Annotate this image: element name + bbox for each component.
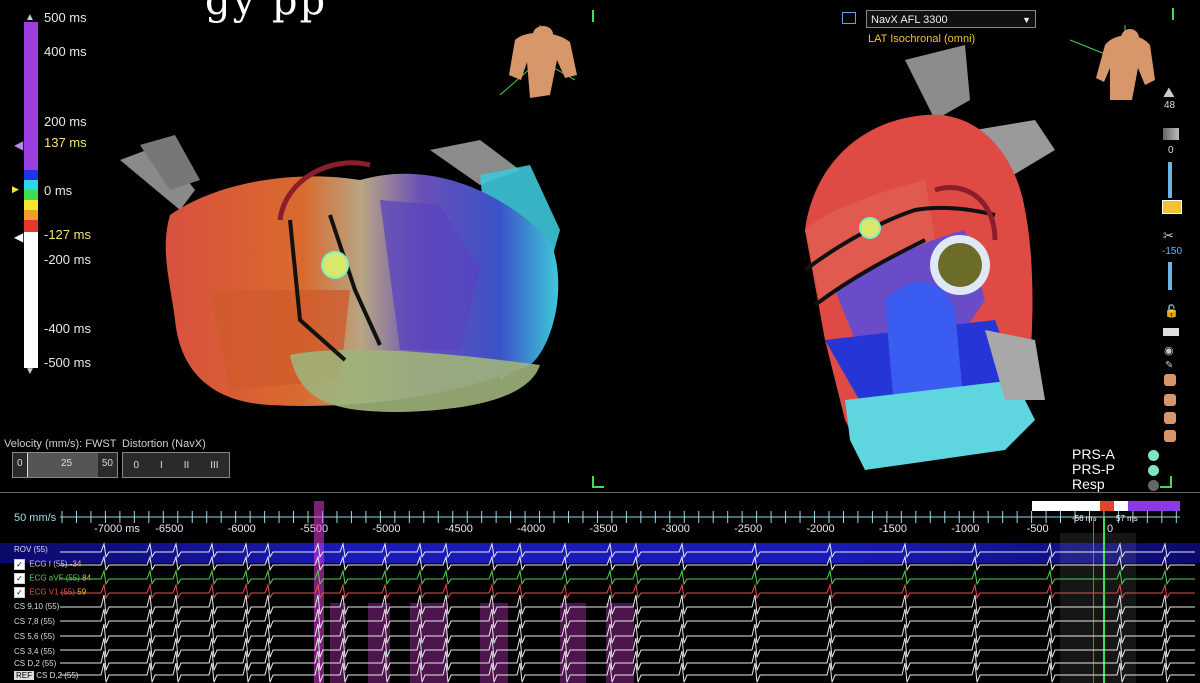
velocity-slider[interactable]: 0 25 50 — [12, 452, 118, 478]
egm-trace — [60, 594, 1195, 615]
lat-color-scale[interactable]: ▲ ▼ — [24, 12, 38, 377]
view-layout-icon[interactable] — [842, 12, 856, 24]
map-selector-value: NavX AFL 3300 — [871, 14, 948, 26]
velocity-tick-0: 0 — [17, 458, 23, 469]
scale-marker-zero-icon[interactable]: ▶ — [12, 184, 19, 195]
tool-value-m150: -150 — [1162, 246, 1183, 257]
legend-prs-a-dot — [1148, 450, 1159, 461]
distortion-tick-3: III — [210, 459, 219, 471]
scale-label-137: 137 ms — [44, 135, 87, 150]
tool-value-48: 48 — [1164, 100, 1176, 111]
view-corner-top-left — [592, 10, 594, 22]
scale-label-200: 200 ms — [44, 114, 87, 129]
torso-view-icon-3[interactable] — [1164, 412, 1176, 424]
view-corner-bottom-left — [592, 476, 604, 488]
legend-resp-label: Resp — [1072, 476, 1105, 492]
legend-prs-p-label: PRS-P — [1072, 461, 1115, 477]
egm-trace — [60, 650, 1195, 671]
egm-traces — [60, 542, 1195, 683]
torso-view-icon-1[interactable] — [1164, 374, 1176, 386]
egm-timeline-panel[interactable]: 50 mm/s -7000 ms-6500-6000-5500-5000-450… — [0, 492, 1200, 683]
map-type-label: LAT Isochronal (omni) — [868, 33, 976, 45]
opacity-icon[interactable] — [1163, 128, 1179, 140]
distortion-tick-2: II — [183, 459, 190, 471]
right-torso-orientation-icon[interactable] — [1070, 20, 1160, 105]
legend-prs-p-dot — [1148, 465, 1159, 476]
egm-trace — [60, 555, 1195, 572]
tool-value-0: 0 — [1168, 145, 1174, 156]
distortion-tick-0: 0 — [133, 459, 140, 471]
velocity-tick-50: 50 — [101, 458, 113, 469]
color-swatch-button[interactable] — [1162, 200, 1182, 214]
legend-prs-a-label: PRS-A — [1072, 446, 1115, 462]
scissors-icon[interactable]: ✂ — [1163, 228, 1174, 244]
distortion-label: Distortion (NavX) — [122, 438, 206, 450]
egm-trace — [60, 623, 1195, 644]
scale-label-400: 400 ms — [44, 44, 87, 59]
chevron-down-icon: ▼ — [1022, 15, 1031, 25]
egm-trace — [60, 637, 1195, 658]
velocity-label: Velocity (mm/s): FWST — [4, 438, 117, 450]
view-corner-bottom-right — [1160, 476, 1172, 488]
scale-label-500: 500 ms — [44, 10, 87, 25]
scale-label-m500: -500 ms — [44, 355, 91, 370]
scale-marker-lower-icon[interactable]: ◀ — [14, 230, 23, 244]
right-3d-atrial-map[interactable] — [765, 40, 1065, 490]
scale-label-0: 0 ms — [44, 183, 73, 198]
eye-icon[interactable]: ◉ — [1164, 344, 1174, 357]
pen-icon[interactable]: ✎ — [1165, 360, 1173, 371]
torso-view-icon-4[interactable] — [1164, 430, 1176, 442]
left-3d-atrial-map[interactable] — [100, 120, 580, 420]
scale-label-m400: -400 ms — [44, 321, 91, 336]
left-torso-orientation-icon[interactable] — [495, 20, 585, 105]
egm-trace — [60, 662, 1195, 683]
opacity-slider[interactable] — [1168, 162, 1172, 198]
mountain-icon[interactable]: ⛰ — [1163, 84, 1175, 101]
velocity-tick-25: 25 — [61, 458, 73, 469]
egm-trace — [60, 542, 1195, 559]
torso-view-icon-2[interactable] — [1164, 394, 1176, 406]
unlock-icon[interactable]: 🔓 — [1164, 304, 1179, 318]
scale-marker-upper-icon[interactable]: ◀ — [14, 138, 23, 152]
scale-label-m127: -127 ms — [44, 227, 91, 242]
tool-square-icon[interactable] — [1163, 328, 1179, 336]
clip-slider[interactable] — [1168, 262, 1172, 290]
egm-trace — [60, 583, 1195, 600]
legend-resp-dot — [1148, 480, 1159, 491]
egm-trace — [60, 608, 1195, 629]
scale-down-arrow-icon[interactable]: ▼ — [25, 366, 35, 377]
page-title-fragment: gy pp — [205, 0, 328, 24]
distortion-tick-1: I — [159, 459, 163, 471]
egm-trace — [60, 569, 1195, 586]
view-corner-top-right — [1172, 8, 1174, 20]
scale-label-m200: -200 ms — [44, 252, 91, 267]
scale-up-arrow-icon[interactable]: ▲ — [25, 12, 35, 23]
distortion-slider[interactable]: 0 I II III — [122, 452, 230, 478]
map-selector-dropdown[interactable]: NavX AFL 3300 ▼ — [866, 10, 1036, 28]
